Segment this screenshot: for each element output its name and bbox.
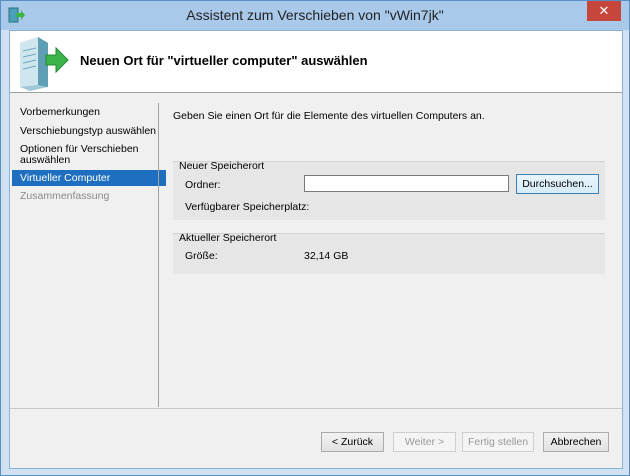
back-button[interactable]: < Zurück xyxy=(321,432,384,452)
wizard-step-nav: Vorbemerkungen Verschiebungstyp auswähle… xyxy=(10,93,166,405)
cancel-button[interactable]: Abbrechen xyxy=(543,432,609,452)
free-space-label: Verfügbarer Speicherplatz: xyxy=(185,201,310,213)
step-vorbemerkungen[interactable]: Vorbemerkungen xyxy=(12,107,166,118)
intro-text: Geben Sie einen Ort für die Elemente des… xyxy=(173,110,485,122)
page-title: Neuen Ort für "virtueller computer" ausw… xyxy=(80,53,368,68)
nav-divider xyxy=(158,103,159,407)
folder-label: Ordner: xyxy=(185,179,221,191)
footer-divider xyxy=(10,408,622,409)
current-location-group: Aktueller Speicherort Größe: 32,14 GB xyxy=(173,232,605,274)
size-label: Größe: xyxy=(185,250,218,262)
current-location-label: Aktueller Speicherort xyxy=(179,232,277,244)
close-button[interactable]: ✕ xyxy=(587,1,621,21)
step-virtueller-computer[interactable]: Virtueller Computer xyxy=(12,170,166,186)
new-location-label: Neuer Speicherort xyxy=(179,160,265,172)
step-zusammenfassung: Zusammenfassung xyxy=(20,190,110,202)
wizard-client-area: Neuen Ort für "virtueller computer" ausw… xyxy=(9,30,623,469)
server-move-icon xyxy=(20,37,69,91)
wizard-header: Neuen Ort für "virtueller computer" ausw… xyxy=(10,31,622,93)
finish-button: Fertig stellen xyxy=(462,432,534,452)
step-optionen[interactable]: Optionen für Verschieben auswählen xyxy=(12,144,140,166)
folder-input[interactable] xyxy=(304,175,509,192)
title-bar[interactable]: Assistent zum Verschieben von "vWin7jk" … xyxy=(1,1,629,30)
browse-button[interactable]: Durchsuchen... xyxy=(516,174,599,194)
step-verschiebungstyp[interactable]: Verschiebungstyp auswählen xyxy=(12,126,166,137)
size-value: 32,14 GB xyxy=(304,250,349,262)
wizard-content: Geben Sie einen Ort für die Elemente des… xyxy=(162,93,622,405)
new-location-group: Neuer Speicherort Ordner: Durchsuchen...… xyxy=(173,160,605,220)
wizard-window: Assistent zum Verschieben von "vWin7jk" … xyxy=(0,0,630,476)
close-icon: ✕ xyxy=(598,3,610,18)
next-button: Weiter > xyxy=(393,432,456,452)
window-title: Assistent zum Verschieben von "vWin7jk" xyxy=(186,7,444,23)
